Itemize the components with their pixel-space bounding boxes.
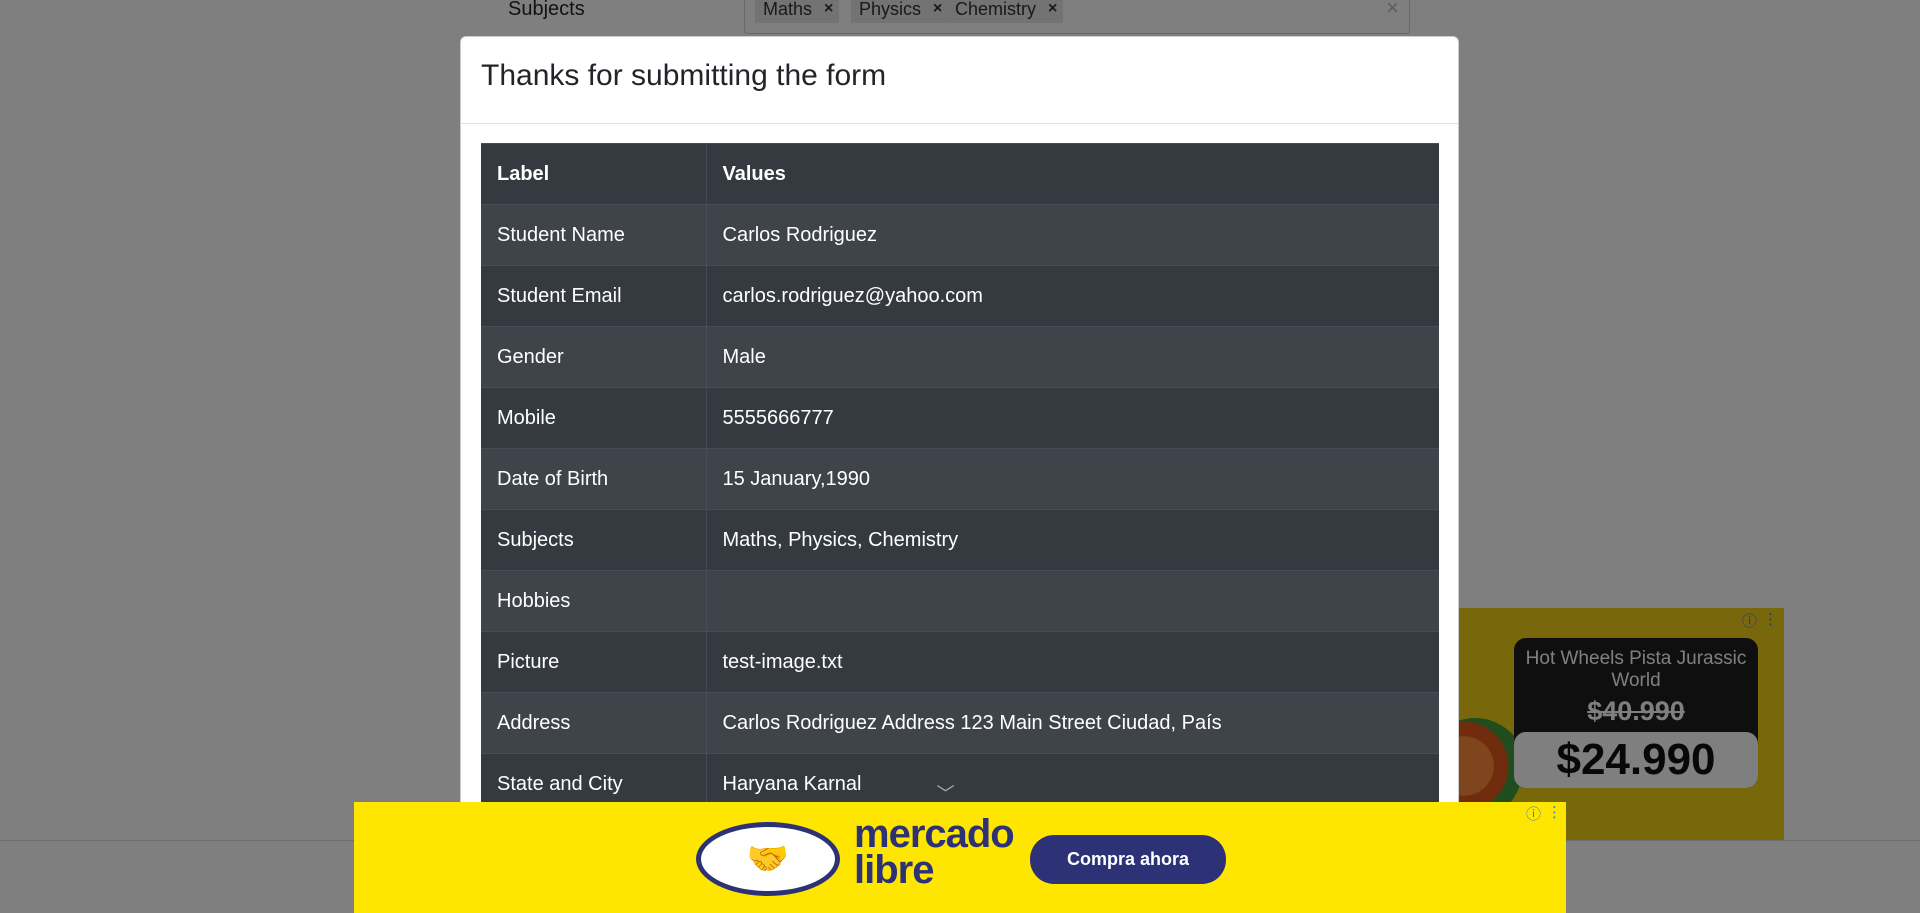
table-row: Mobile 5555666777 (481, 387, 1439, 449)
row-label: Date of Birth (481, 448, 707, 510)
row-value: 5555666777 (706, 387, 1439, 449)
table-row: Student Name Carlos Rodriguez (481, 204, 1439, 266)
submission-modal: Thanks for submitting the form Label Val… (460, 36, 1459, 913)
row-label: Gender (481, 326, 707, 388)
mercado-libre-ad[interactable]: 🤝 mercado libre Compra ahora ⓘ ⋮ (354, 802, 1566, 913)
table-header-row: Label Values (481, 143, 1439, 205)
table-row: Gender Male (481, 326, 1439, 388)
header-label: Label (481, 143, 707, 205)
table-row: Subjects Maths, Physics, Chemistry (481, 509, 1439, 571)
header-values: Values (706, 143, 1439, 205)
row-value-text: Haryana Karnal (722, 772, 862, 795)
table-row: Date of Birth 15 January,1990 (481, 448, 1439, 510)
row-value: test-image.txt (706, 631, 1439, 693)
buy-now-button[interactable]: Compra ahora (1030, 835, 1226, 884)
handshake-icon: 🤝 (696, 822, 840, 896)
row-value: Male (706, 326, 1439, 388)
row-value: 15 January,1990 (706, 448, 1439, 510)
info-icon[interactable]: ⓘ (1526, 803, 1541, 824)
row-label: Student Email (481, 265, 707, 327)
more-options-icon[interactable]: ⋮ (1547, 803, 1562, 824)
row-label: Hobbies (481, 570, 707, 632)
modal-title: Thanks for submitting the form (481, 59, 887, 92)
ad-controls: ⓘ ⋮ (1526, 803, 1562, 824)
row-label: Student Name (481, 204, 707, 266)
row-value: Carlos Rodriguez (706, 204, 1439, 266)
row-value: carlos.rodriguez@yahoo.com (706, 265, 1439, 327)
results-table: Label Values Student Name Carlos Rodrigu… (481, 143, 1439, 815)
row-value: Carlos Rodriguez Address 123 Main Street… (706, 692, 1439, 754)
ad-brand: mercado libre (854, 812, 1015, 892)
row-label: Subjects (481, 509, 707, 571)
row-value (706, 570, 1439, 632)
modal-header: Thanks for submitting the form (461, 37, 1458, 124)
row-label: Mobile (481, 387, 707, 449)
table-row: Hobbies (481, 570, 1439, 632)
row-label: Picture (481, 631, 707, 693)
row-value: Maths, Physics, Chemistry (706, 509, 1439, 571)
table-row: Picture test-image.txt (481, 631, 1439, 693)
row-label: Address (481, 692, 707, 754)
table-row: Address Carlos Rodriguez Address 123 Mai… (481, 692, 1439, 754)
table-row: Student Email carlos.rodriguez@yahoo.com (481, 265, 1439, 327)
modal-body: Label Values Student Name Carlos Rodrigu… (461, 124, 1458, 834)
